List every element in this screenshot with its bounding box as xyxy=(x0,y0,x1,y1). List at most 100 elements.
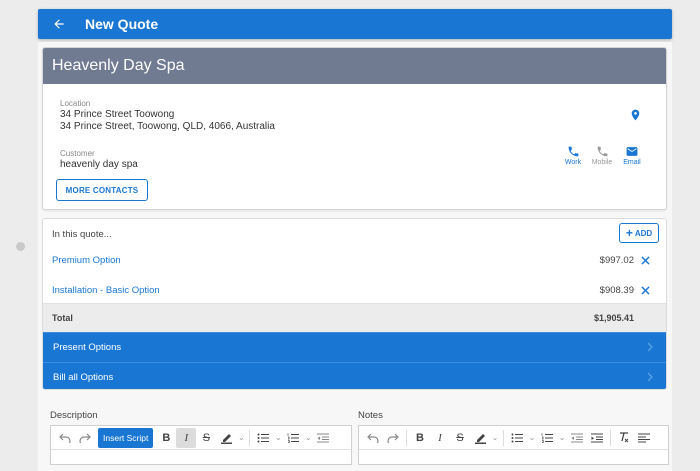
quote-item-name[interactable]: Installation - Basic Option xyxy=(52,285,160,296)
remove-item-button[interactable] xyxy=(641,285,650,295)
contact-email[interactable]: Email xyxy=(619,145,645,166)
more-contacts-button[interactable]: MORE CONTACTS xyxy=(56,179,148,201)
plus-icon: + xyxy=(625,226,633,240)
strikethrough-button[interactable]: S xyxy=(450,428,470,448)
numbered-list-button[interactable] xyxy=(537,428,557,448)
undo-icon xyxy=(59,433,71,443)
quote-item-row: Installation - Basic Option $908.39 xyxy=(43,279,666,301)
outdent-button[interactable] xyxy=(567,428,587,448)
notes-toolbar: B I S ⌄ ⌄ ⌄ xyxy=(359,426,668,450)
email-icon xyxy=(626,147,638,156)
highlight-dropdown[interactable]: ⌄ xyxy=(236,428,246,448)
undo-button[interactable] xyxy=(55,428,75,448)
close-icon xyxy=(641,285,650,295)
strikethrough-icon: S xyxy=(202,431,211,444)
quote-item-name[interactable]: Premium Option xyxy=(52,255,121,266)
quote-intro-text: In this quote... xyxy=(52,228,112,240)
italic-button[interactable]: I xyxy=(430,428,450,448)
chevron-down-icon: ⌄ xyxy=(491,433,499,442)
chevron-down-icon: ⌄ xyxy=(528,433,536,442)
redo-button[interactable] xyxy=(383,428,403,448)
chevron-right-icon xyxy=(647,372,654,382)
bullet-list-button[interactable] xyxy=(253,428,273,448)
redo-icon xyxy=(79,433,91,443)
description-editor[interactable]: Insert Script B I S ⌄ ⌄ ⌄ xyxy=(50,425,352,465)
location-line2: 34 Prince Street, Toowong, QLD, 4066, Au… xyxy=(60,121,275,132)
chevron-down-icon: ⌄ xyxy=(275,433,282,442)
contact-work[interactable]: Work xyxy=(560,145,586,166)
bold-icon: B xyxy=(162,431,171,444)
toolbar-divider xyxy=(503,429,504,446)
contact-mobile-label: Mobile xyxy=(591,159,613,166)
redo-icon xyxy=(387,433,399,443)
present-options-button[interactable]: Present Options xyxy=(43,332,666,362)
close-icon xyxy=(641,255,650,265)
undo-button[interactable] xyxy=(363,428,383,448)
align-button[interactable] xyxy=(634,428,654,448)
notes-editor[interactable]: B I S ⌄ ⌄ ⌄ xyxy=(358,425,669,465)
highlight-button[interactable] xyxy=(216,428,236,448)
customer-card: Heavenly Day Spa Location 34 Prince Stre… xyxy=(42,47,667,210)
back-button[interactable] xyxy=(42,9,76,39)
italic-icon: I xyxy=(438,431,442,444)
numbered-list-icon xyxy=(287,433,300,443)
outdent-icon xyxy=(571,433,583,442)
quote-item-price: $908.39 xyxy=(599,284,634,296)
remove-item-button[interactable] xyxy=(641,255,650,265)
toolbar-divider xyxy=(406,429,407,446)
quote-item-price: $997.02 xyxy=(599,254,634,266)
add-option-label: ADD xyxy=(634,228,653,238)
map-pin-button[interactable] xyxy=(629,107,642,123)
strikethrough-button[interactable]: S xyxy=(196,428,216,448)
bold-button[interactable]: B xyxy=(410,428,430,448)
bullet-list-button[interactable] xyxy=(507,428,527,448)
total-label: Total xyxy=(52,313,73,323)
highlight-button[interactable] xyxy=(470,428,490,448)
add-option-button[interactable]: + ADD xyxy=(619,223,659,243)
page-indicator-dot xyxy=(16,242,25,251)
toolbar-divider xyxy=(249,429,251,446)
clear-format-button[interactable] xyxy=(614,428,634,448)
description-label: Description xyxy=(50,410,98,421)
chevron-down-icon: ⌄ xyxy=(305,433,312,442)
map-pin-icon xyxy=(631,109,640,121)
arrow-left-icon xyxy=(54,19,64,29)
undo-icon xyxy=(367,433,379,443)
bullet-list-dropdown[interactable]: ⌄ xyxy=(527,428,537,448)
bold-button[interactable]: B xyxy=(156,428,176,448)
indent-icon xyxy=(591,433,603,442)
bullet-list-dropdown[interactable]: ⌄ xyxy=(273,428,283,448)
quote-panel: Heavenly Day Spa Location 34 Prince Stre… xyxy=(38,42,672,471)
bold-icon: B xyxy=(416,431,424,444)
customer-value: heavenly day spa xyxy=(60,159,138,170)
contact-work-label: Work xyxy=(564,159,582,166)
italic-button[interactable]: I xyxy=(176,427,197,448)
app-header: New Quote xyxy=(38,9,672,39)
chevron-down-icon: ⌄ xyxy=(558,433,566,442)
highlighter-icon xyxy=(474,433,486,444)
redo-button[interactable] xyxy=(75,428,95,448)
highlighter-icon xyxy=(220,433,232,444)
page-title: New Quote xyxy=(85,16,159,32)
contact-mobile[interactable]: Mobile xyxy=(589,145,615,166)
bullet-list-icon xyxy=(511,433,523,442)
bill-all-options-button[interactable]: Bill all Options xyxy=(43,362,666,389)
customer-card-title: Heavenly Day Spa xyxy=(43,48,666,84)
numbered-list-dropdown[interactable]: ⌄ xyxy=(557,428,567,448)
bill-all-options-label: Bill all Options xyxy=(53,372,114,383)
outdent-icon xyxy=(317,433,330,442)
bullet-list-icon xyxy=(257,433,270,442)
quote-item-row: Premium Option $997.02 xyxy=(43,249,666,271)
quote-options-box: In this quote... + ADD Premium Option $9… xyxy=(42,218,667,390)
phone-icon xyxy=(597,146,607,157)
numbered-list-dropdown[interactable]: ⌄ xyxy=(303,428,313,448)
indent-button[interactable] xyxy=(587,428,607,448)
outdent-button[interactable] xyxy=(313,428,333,448)
present-options-label: Present Options xyxy=(53,342,122,353)
align-left-icon xyxy=(638,432,650,443)
insert-script-button[interactable]: Insert Script xyxy=(98,427,154,448)
location-label: Location xyxy=(60,99,91,108)
highlight-dropdown[interactable]: ⌄ xyxy=(490,428,500,448)
numbered-list-button[interactable] xyxy=(283,428,303,448)
chevron-right-icon xyxy=(647,342,654,352)
